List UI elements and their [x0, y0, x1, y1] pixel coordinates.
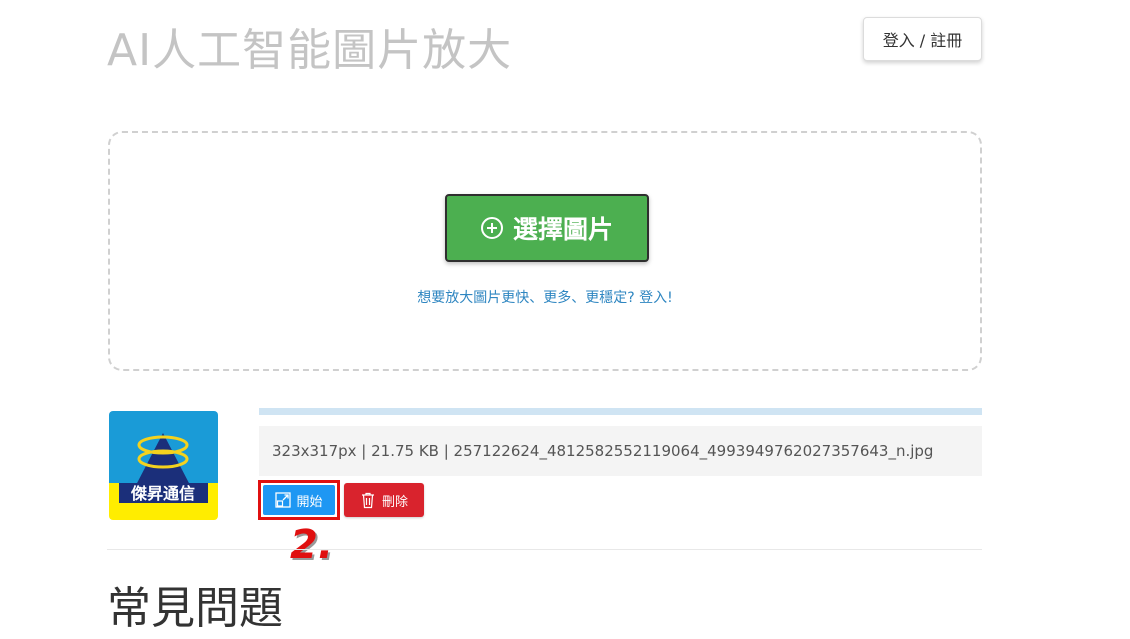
- login-register-button[interactable]: 登入 / 註冊: [863, 17, 982, 61]
- file-info: 323x317px | 21.75 KB | 257122624_4812582…: [259, 426, 982, 476]
- page-title: AI人工智能圖片放大: [107, 25, 513, 76]
- plus-circle-icon: [480, 217, 503, 239]
- start-button[interactable]: 開始: [263, 485, 335, 515]
- start-label: 開始: [296, 494, 323, 510]
- delete-button[interactable]: 刪除: [344, 483, 424, 517]
- choose-image-label: 選擇圖片: [512, 215, 613, 244]
- faq-heading: 常見問題: [107, 583, 283, 634]
- image-thumbnail: 傑昇通信: [109, 411, 218, 520]
- upload-dropzone[interactable]: 選擇圖片 想要放大圖片更快、更多、更穩定? 登入!: [108, 131, 982, 371]
- thumbnail-logo: 傑昇通信: [109, 411, 218, 520]
- thumbnail-text: 傑昇通信: [130, 484, 195, 503]
- section-divider: [107, 549, 982, 550]
- start-button-highlight: 開始: [258, 480, 340, 520]
- expand-icon: [275, 492, 292, 508]
- upload-progress-bar: [259, 408, 982, 415]
- trash-icon: [361, 492, 374, 508]
- delete-label: 刪除: [381, 494, 408, 510]
- choose-image-button[interactable]: 選擇圖片: [445, 194, 649, 262]
- step-annotation: 2.: [290, 522, 334, 568]
- login-hint-link[interactable]: 想要放大圖片更快、更多、更穩定? 登入!: [110, 287, 980, 307]
